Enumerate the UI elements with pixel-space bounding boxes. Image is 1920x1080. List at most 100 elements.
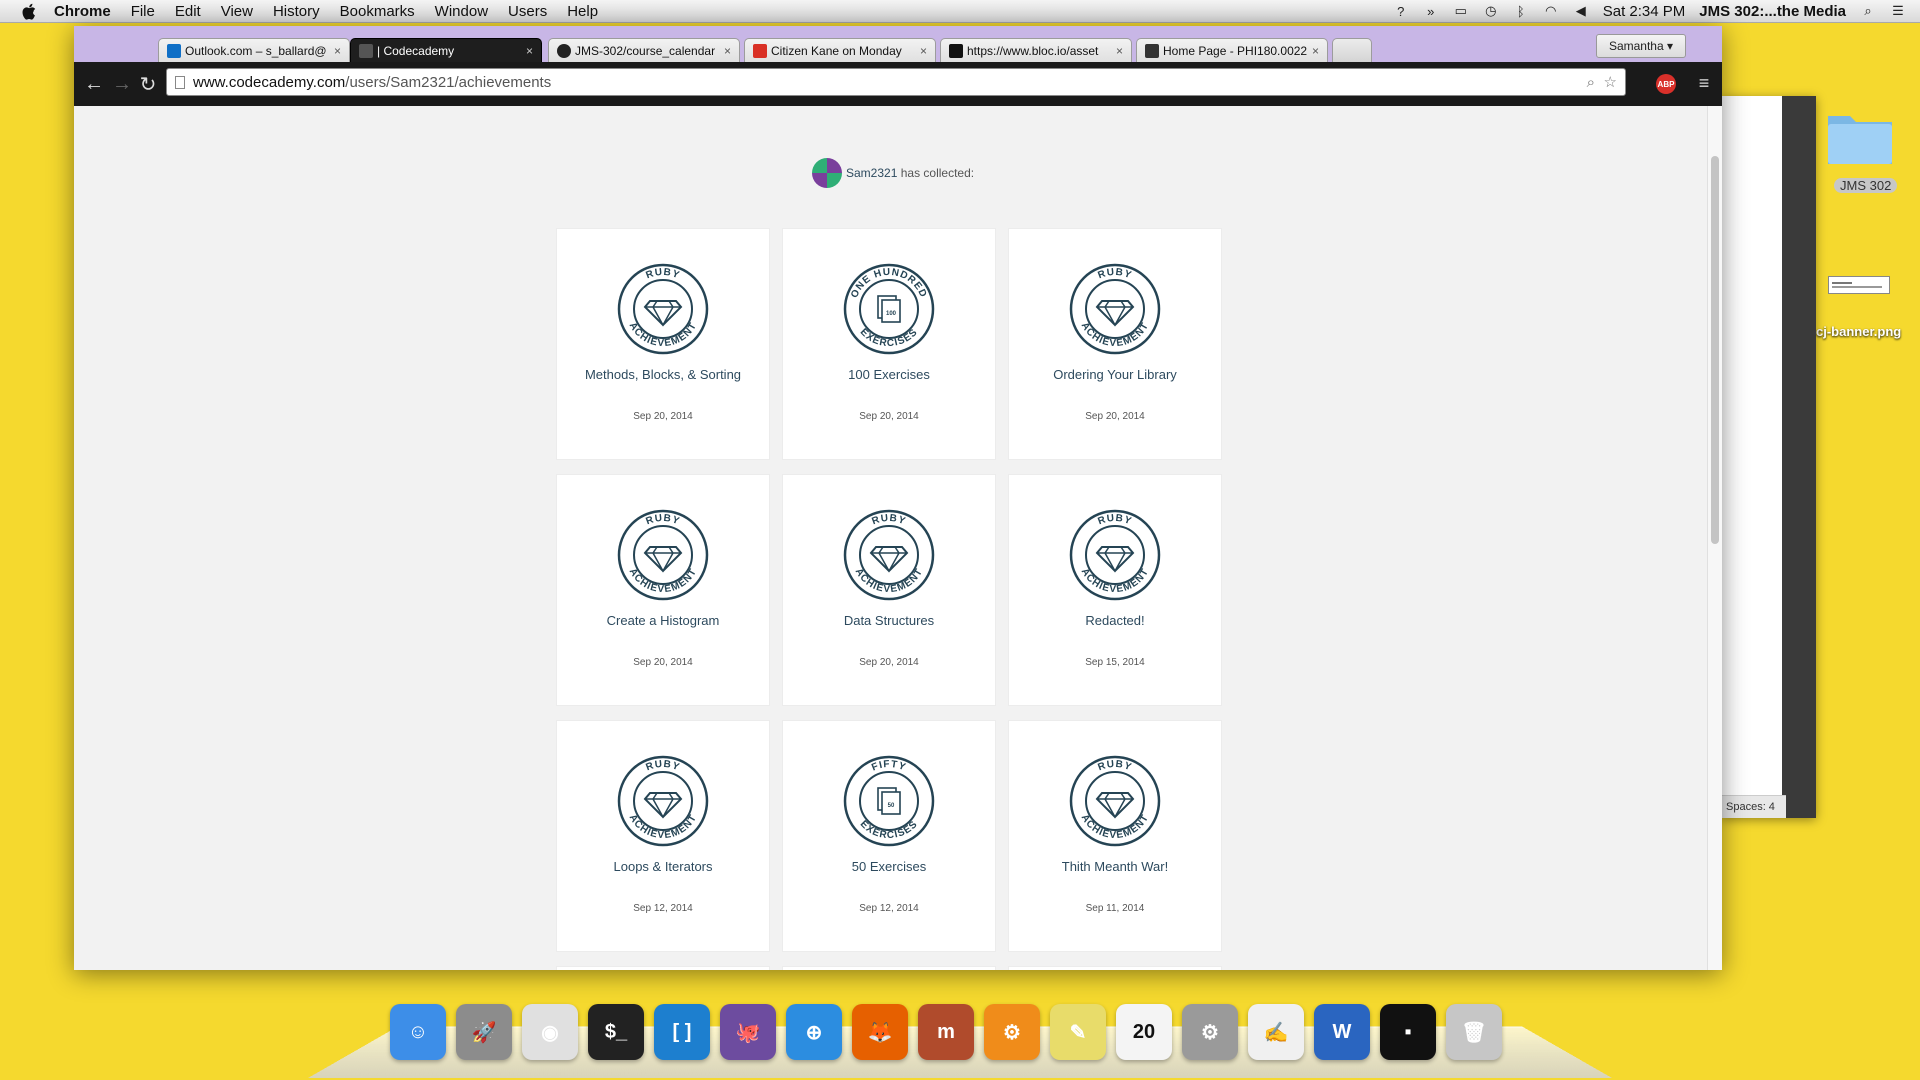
dock-glyph: 🚀 [471, 1021, 497, 1044]
notification-center-icon[interactable]: ☰ [1890, 3, 1906, 18]
system-preferences-icon[interactable]: ⚙ [1182, 1004, 1238, 1060]
back-arrow-icon[interactable]: ← [82, 72, 106, 96]
profile-button[interactable]: Samantha ▾ [1595, 34, 1686, 58]
wifi-icon[interactable]: ◠ [1543, 3, 1559, 18]
menubar-window-title[interactable]: JMS 302:...the Media [1699, 3, 1846, 20]
address-bar[interactable]: www.codecademy.com/users/Sam2321/achieve… [166, 68, 1626, 96]
tab-bloc[interactable]: https://www.bloc.io/asset × [940, 38, 1132, 62]
menu-file[interactable]: File [131, 3, 155, 20]
safari-icon[interactable]: ⊕ [786, 1004, 842, 1060]
spotlight-search-icon[interactable]: ⌕ [1860, 3, 1876, 18]
forward-arrow-icon[interactable]: → [110, 72, 134, 96]
reload-icon[interactable]: ↻ [136, 72, 160, 96]
trash-icon[interactable]: 🗑 [1446, 1004, 1502, 1060]
tab-label: https://www.bloc.io/asset [967, 43, 1099, 58]
word-icon[interactable]: W [1314, 1004, 1370, 1060]
achievement-card[interactable]: RUBY ACHIEVEMENT Ordering Your Library Sep … [1008, 228, 1222, 460]
achievement-card-partial[interactable] [556, 966, 770, 970]
menubar-clock[interactable]: Sat 2:34 PM [1603, 3, 1686, 20]
close-tab-icon[interactable]: × [1308, 44, 1319, 58]
firefox-icon[interactable]: 🦊 [852, 1004, 908, 1060]
achievement-card[interactable]: RUBY ACHIEVEMENT Methods, Blocks, & Sortin… [556, 228, 770, 460]
chrome-icon[interactable]: ◉ [522, 1004, 578, 1060]
username-link[interactable]: Sam2321 [846, 166, 897, 180]
ruby-achievement-badge-icon: RUBYACHIEVEMENT [617, 263, 709, 355]
github-icon[interactable]: 🐙 [720, 1004, 776, 1060]
dock-glyph: ◉ [541, 1021, 559, 1044]
svg-text:ONE HUNDRED: ONE HUNDRED [849, 267, 929, 300]
background-editor-window[interactable]: Spaces: 4 [1722, 96, 1816, 818]
abp-label: ABP [1657, 79, 1675, 89]
achievement-title: Data Structures [843, 613, 935, 628]
achievement-card[interactable]: ONE HUNDRED EXERCISES 100 100 Exercises Sep … [782, 228, 996, 460]
tab-gmail[interactable]: Citizen Kane on Monday × [744, 38, 936, 62]
chrome-menu-icon[interactable]: ≡ [1694, 72, 1714, 94]
close-tab-icon[interactable]: × [1112, 44, 1123, 58]
search-icon[interactable]: ⌕ [1587, 69, 1595, 97]
launchpad-icon[interactable]: 🚀 [456, 1004, 512, 1060]
menu-edit[interactable]: Edit [175, 3, 201, 20]
close-tab-icon[interactable]: × [522, 44, 533, 58]
desktop-folder-label[interactable]: JMS 302 [1834, 178, 1898, 193]
menu-view[interactable]: View [221, 3, 253, 20]
avatar[interactable] [812, 158, 842, 188]
scrollbar-thumb[interactable] [1711, 156, 1719, 544]
codecademy-favicon-icon [359, 43, 373, 58]
menu-users[interactable]: Users [508, 3, 547, 20]
close-tab-icon[interactable]: × [916, 44, 927, 58]
ruby-achievement-badge-icon: RUBYACHIEVEMENT [617, 755, 709, 847]
bookmark-star-icon[interactable]: ☆ [1604, 69, 1617, 97]
page-scrollbar[interactable] [1707, 106, 1722, 970]
close-tab-icon[interactable]: × [720, 44, 731, 58]
achievement-card[interactable]: RUBY ACHIEVEMENT Loops & Iterators Sep 12, … [556, 720, 770, 952]
tab-codecademy[interactable]: | Codecademy × [350, 38, 542, 62]
adblock-plus-icon[interactable]: ABP [1656, 74, 1676, 94]
one-hundred-exercises-badge-icon: ONE HUNDREDEXERCISES100 [843, 263, 935, 355]
menu-bookmarks[interactable]: Bookmarks [340, 3, 415, 20]
volume-icon[interactable]: ◀ [1573, 3, 1589, 18]
badge-count-text: 50 [888, 803, 895, 809]
calendar-icon[interactable]: 20 [1116, 1004, 1172, 1060]
textedit-icon[interactable]: ✍ [1248, 1004, 1304, 1060]
menubar-status-area: ? » ▭ ◷ ᛒ ◠ ◀ Sat 2:34 PM JMS 302:...the… [1393, 3, 1920, 20]
dock-glyph: 🦊 [867, 1021, 893, 1044]
bloc-favicon-icon [949, 43, 963, 58]
bluetooth-icon[interactable]: ᛒ [1513, 4, 1529, 19]
settings-gear-icon[interactable]: ⚙ [984, 1004, 1040, 1060]
achievement-date: Sep 20, 2014 [633, 657, 693, 668]
new-tab-button[interactable] [1332, 38, 1372, 62]
tab-outlook[interactable]: Outlook.com – s_ballard@ × [158, 38, 350, 62]
tab-github[interactable]: JMS-302/course_calendar × [548, 38, 740, 62]
dock: ☺ 🚀 ◉ $_ [ ] 🐙 ⊕ 🦊 m ⚙ ✎ 20 ⚙ ✍ W ▪ 🗑 [307, 990, 1613, 1080]
menu-app-name[interactable]: Chrome [54, 3, 111, 20]
achievement-card-partial[interactable] [782, 966, 996, 970]
achievement-title: Methods, Blocks, & Sorting [584, 367, 742, 382]
achievement-card[interactable]: RUBY ACHIEVEMENT Data Structures Sep 20, 20… [782, 474, 996, 706]
brackets-icon[interactable]: [ ] [654, 1004, 710, 1060]
desktop-file-label[interactable]: cj-banner.png [1816, 324, 1901, 339]
time-machine-icon[interactable]: ◷ [1483, 3, 1499, 18]
collector-header: Sam2321 has collected: [812, 158, 974, 188]
console-icon[interactable]: ▪ [1380, 1004, 1436, 1060]
terminal-icon[interactable]: $_ [588, 1004, 644, 1060]
menu-help[interactable]: Help [567, 3, 598, 20]
text-wrangler-icon[interactable]: m [918, 1004, 974, 1060]
image-file-thumbnail-icon[interactable] [1828, 276, 1890, 294]
achievement-card-partial[interactable] [1008, 966, 1222, 970]
achievement-card[interactable]: FIFTY EXERCISES 50 50 Exercises Sep 12, 2014 [782, 720, 996, 952]
finder-icon[interactable]: ☺ [390, 1004, 446, 1060]
help-circle-icon[interactable]: ? [1393, 4, 1409, 19]
airplay-icon[interactable]: ▭ [1453, 3, 1469, 18]
achievement-card[interactable]: RUBY ACHIEVEMENT Thith Meanth War! Sep 11, … [1008, 720, 1222, 952]
tab-blackboard[interactable]: Home Page - PHI180.0022 × [1136, 38, 1328, 62]
stickies-icon[interactable]: ✎ [1050, 1004, 1106, 1060]
achievement-card[interactable]: RUBY ACHIEVEMENT Redacted! Sep 15, 2014 [1008, 474, 1222, 706]
fast-forward-icon[interactable]: » [1423, 4, 1439, 19]
achievement-card[interactable]: RUBY ACHIEVEMENT Create a Histogram Sep 20,… [556, 474, 770, 706]
mac-menubar: Chrome File Edit View History Bookmarks … [0, 0, 1920, 23]
menu-history[interactable]: History [273, 3, 320, 20]
folder-icon[interactable] [1826, 106, 1894, 166]
menu-window[interactable]: Window [435, 3, 488, 20]
close-tab-icon[interactable]: × [330, 44, 341, 58]
apple-menu-icon[interactable] [18, 2, 40, 20]
